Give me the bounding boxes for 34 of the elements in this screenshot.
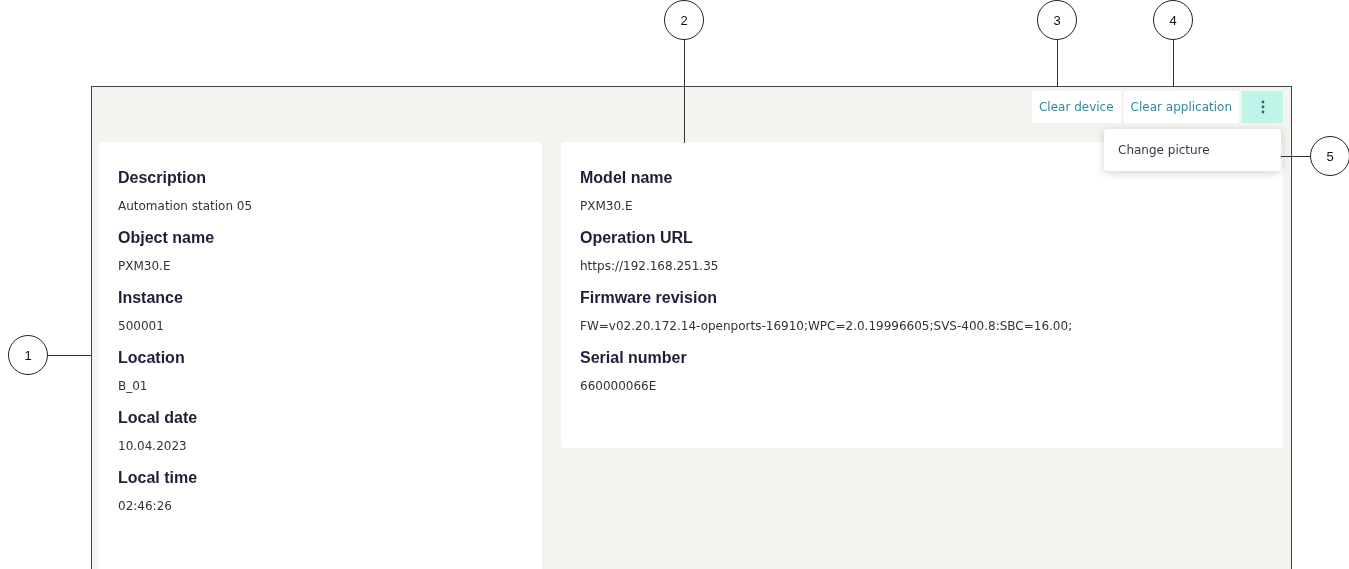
leader-line xyxy=(1281,156,1310,157)
field-value: PXM30.E xyxy=(118,258,171,275)
field-label: Location xyxy=(118,348,185,368)
field-value: Automation station 05 xyxy=(118,198,253,215)
leader-line xyxy=(1057,40,1058,87)
field-label: Firmware revision xyxy=(580,288,717,308)
text-button[interactable]: Clear application xyxy=(1123,91,1239,123)
field-value: 660000066E xyxy=(580,378,657,395)
leader-line xyxy=(1173,40,1174,87)
field-value: 500001 xyxy=(118,318,164,335)
field-label: Instance xyxy=(118,288,183,308)
field-label: Local time xyxy=(118,468,198,488)
field-value: PXM30.E xyxy=(580,198,633,215)
field-label: Model name xyxy=(580,168,673,188)
leader-line xyxy=(48,355,91,356)
callout-number: 2 xyxy=(664,0,704,40)
field-label: Description xyxy=(118,168,206,188)
menu-item[interactable]: Change picture xyxy=(1104,133,1281,167)
field-value: FW=v02.20.172.14-openports-16910;WPC=2.0.19996605;SVS-400.8:SBC=16.00; xyxy=(580,318,1073,335)
field-label: Serial number xyxy=(580,348,687,368)
field-value: B_01 xyxy=(118,378,148,395)
kebab-icon xyxy=(1260,100,1265,114)
callout-number: 4 xyxy=(1153,0,1193,40)
callout-number: 3 xyxy=(1037,0,1077,40)
field-value: 02:46:26 xyxy=(118,498,172,515)
more-button[interactable] xyxy=(1242,91,1283,123)
field-value: https://192.168.251.35 xyxy=(580,258,719,275)
callout-number: 5 xyxy=(1310,136,1349,176)
field-label: Object name xyxy=(118,228,215,248)
field-label: Local date xyxy=(118,408,198,428)
text-button[interactable]: Clear device xyxy=(1032,91,1121,123)
callout-number: 1 xyxy=(8,335,48,375)
field-label: Operation URL xyxy=(580,228,693,248)
field-value: 10.04.2023 xyxy=(118,438,187,455)
